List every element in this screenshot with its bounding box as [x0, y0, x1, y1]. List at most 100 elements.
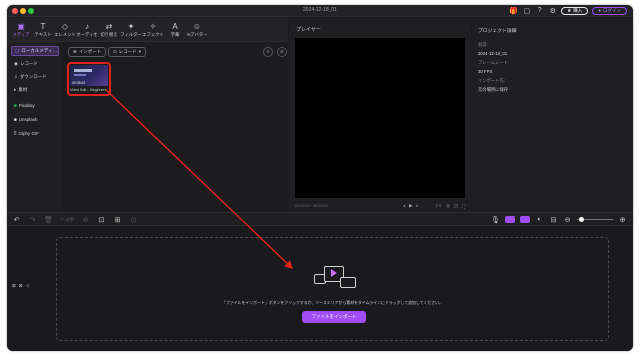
timeline-toolbar: ↶ ↷ 🗑 ✂ 分割 ⊘ ⊡ ⊞ ◷ 🎙 ◐ ⊟ ⊖ ⊕ — [7, 212, 633, 226]
search-icon: ⌕ — [266, 49, 270, 55]
text-add-icon[interactable]: ⊡ — [97, 215, 106, 224]
preview-toggle-icon[interactable]: ◐ — [535, 215, 544, 224]
player-timecode: 00:00:00 / 00:00:00 — [295, 204, 328, 208]
record-icon: ⊙ — [113, 49, 117, 54]
sidebar-item-local-media[interactable]: ▢ ローカルメディ… — [11, 46, 59, 56]
folder-icon: ▣ — [17, 21, 25, 31]
tab-effects[interactable]: ✧ エフェクト — [142, 18, 164, 41]
image-card-shape — [340, 277, 356, 288]
tab-filters[interactable]: ✦ フィルター — [120, 18, 142, 41]
settings-icon[interactable]: ⚙ — [548, 6, 557, 15]
tab-captions[interactable]: A 字幕 — [164, 18, 186, 41]
step-forward-icon[interactable]: ▸ — [416, 203, 418, 209]
volume-icon[interactable]: ◫ — [454, 203, 458, 209]
drop-zone[interactable]: 「ファイルをインポート」ボタンをクリックするか、ソースエリアから素材をタイムライ… — [56, 237, 609, 341]
sidebar-item-unsplash[interactable]: ■ Unsplash — [11, 114, 59, 124]
caption-icon: A — [172, 21, 178, 31]
help-icon[interactable]: ? — [535, 6, 544, 15]
project-name-label: 名前: — [478, 42, 488, 47]
player-header: プレイヤー — [296, 27, 321, 33]
view-tools: 🎙 ◐ ⊟ ⊖ ⊕ — [491, 215, 627, 224]
folder-icon: ▢ — [15, 48, 20, 53]
grid-icon[interactable]: ⊟ — [549, 215, 558, 224]
avatar-icon: ☺ — [192, 21, 202, 31]
download-icon: ⇩ — [14, 74, 18, 79]
text-icon: T — [40, 21, 46, 31]
snapshot-icon[interactable]: ◎ — [446, 203, 450, 209]
zoom-slider-thumb[interactable] — [579, 217, 584, 222]
user-icon: ● — [598, 8, 601, 13]
effect-icon: ✧ — [149, 21, 157, 31]
preview-canvas — [295, 38, 465, 198]
step-back-icon[interactable]: ◂ — [403, 203, 405, 209]
link-toggle[interactable] — [520, 216, 530, 223]
filter-button[interactable]: ≡ — [277, 47, 287, 57]
search-button[interactable]: ⌕ — [263, 47, 273, 57]
magnet-toggle[interactable] — [505, 216, 515, 223]
filter-icon: ≡ — [280, 49, 284, 55]
record-dropdown[interactable]: ⊙ レコード ▾ — [108, 47, 147, 57]
crop-icon[interactable]: ⊘ — [81, 215, 90, 224]
media-library: ⊕ インポート ⊙ レコード ▾ ⌕ ≡ 00:05:02 Video Edit...… — [64, 43, 288, 211]
zoom-in-icon[interactable]: ⊕ — [618, 215, 627, 224]
sidebar-item-giphy[interactable]: ▯ Giphy GIF — [11, 128, 59, 138]
track-visible-icon[interactable]: ⊠ — [12, 283, 16, 289]
zoom-out-icon[interactable]: ⊖ — [563, 215, 572, 224]
highlight-box — [67, 62, 111, 96]
asset-toolbar: ▣ メディア T テキスト ◇ エレメント ♪ オーディオ ⇄ 切り替え ✦ フィルター ✧… — [7, 18, 288, 42]
chevron-right-icon: ▸ — [14, 87, 17, 92]
import-location-label: インポート先: — [478, 78, 505, 83]
pixabay-icon: ■ — [14, 102, 17, 108]
import-file-button[interactable]: ファイルをインポート — [302, 311, 366, 323]
media-clip[interactable]: 00:05:02 Video Edit... Beginners — [67, 62, 111, 96]
play-icon[interactable]: ▶ — [409, 203, 412, 209]
media-sidebar: ▢ ローカルメディ… ◉ レコード ⇩ ダウンロード ▸ 素材 ■ Pixabay ■ Un… — [7, 43, 63, 211]
sidebar-item-download[interactable]: ⇩ ダウンロード — [11, 72, 59, 82]
quality-select[interactable]: フル — [435, 204, 443, 209]
empty-timeline-message: 「ファイルをインポート」ボタンをクリックするか、ソースエリアから素材をタイムライ… — [222, 300, 443, 305]
gift-icon[interactable]: 🎁 — [509, 6, 518, 15]
upgrade-button[interactable]: ♛ 購入 — [561, 6, 589, 15]
sidebar-item-record[interactable]: ◉ レコード — [11, 59, 59, 69]
edit-tools: ↶ ↷ 🗑 ✂ 分割 ⊘ ⊡ ⊞ ◷ — [12, 215, 138, 224]
sidebar-item-assets[interactable]: ▸ 素材 — [11, 85, 59, 95]
tab-media[interactable]: ▣ メディア — [10, 18, 32, 41]
plus-icon: ⊕ — [73, 49, 77, 54]
split-button[interactable]: ✂ 分割 — [60, 217, 74, 223]
mic-icon[interactable]: 🎙 — [491, 215, 500, 224]
app-window: 2024-12-18_01 🎁 ▢ ? ⚙ ♛ 購入 ● ログイン ▣ メディア Tテ… — [7, 5, 633, 351]
crown-icon: ♛ — [567, 7, 572, 13]
login-button[interactable]: ● ログイン — [592, 6, 627, 15]
player-controls: 00:00:00 / 00:00:00 ◂ ▶ ▸ フル ◎ ◫ ⛶ — [295, 202, 465, 210]
track-mute-icon[interactable]: ◁ — [26, 283, 29, 289]
redo-icon[interactable]: ↷ — [28, 215, 37, 224]
media-drop-icon — [314, 264, 358, 294]
track-controls: ⊠ ⊠ ◁ — [12, 283, 29, 289]
track-lock-icon[interactable]: ⊠ — [19, 283, 23, 289]
timer-icon[interactable]: ◷ — [129, 215, 138, 224]
chevron-down-icon: ▾ — [138, 49, 142, 54]
play-triangle — [331, 269, 337, 277]
frame-rate-value: 30 FPS — [478, 69, 493, 74]
tab-elements[interactable]: ◇ エレメント — [54, 18, 76, 41]
shapes-icon: ◇ — [61, 21, 69, 31]
unsplash-icon: ■ — [14, 116, 17, 122]
tab-transitions[interactable]: ⇄ 切り替え — [98, 18, 120, 41]
zoom-slider[interactable] — [577, 217, 613, 222]
fullscreen-icon[interactable]: ⛶ — [462, 204, 465, 209]
frame-rate-label: フレームレート: — [478, 60, 510, 65]
tab-audio[interactable]: ♪ オーディオ — [76, 18, 98, 41]
message-icon[interactable]: ▢ — [522, 6, 531, 15]
delete-icon[interactable]: 🗑 — [44, 215, 53, 224]
record-screen-icon[interactable]: ⊞ — [113, 215, 122, 224]
undo-icon[interactable]: ↶ — [12, 215, 21, 224]
title-bar: 2024-12-18_01 🎁 ▢ ? ⚙ ♛ 購入 ● ログイン — [7, 5, 633, 17]
tab-ai-avatar[interactable]: ☺ AIアバター — [186, 18, 208, 41]
tab-text[interactable]: T テキスト — [32, 18, 54, 41]
import-button[interactable]: ⊕ インポート — [68, 47, 107, 57]
project-name-value: 2024-12-18_01 — [478, 51, 508, 56]
giphy-icon: ▯ — [14, 130, 17, 135]
title-bar-actions: 🎁 ▢ ? ⚙ ♛ 購入 ● ログイン — [509, 6, 627, 15]
player-panel: プレイヤー 00:00:00 / 00:00:00 ◂ ▶ ▸ フル ◎ ◫ ⛶ — [289, 18, 471, 211]
sidebar-item-pixabay[interactable]: ■ Pixabay — [11, 100, 59, 110]
